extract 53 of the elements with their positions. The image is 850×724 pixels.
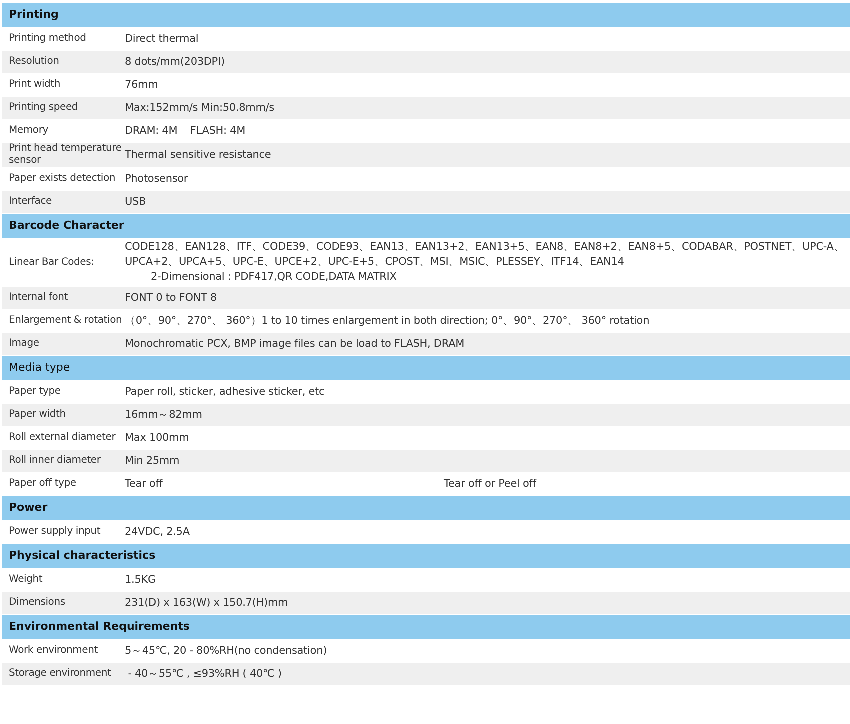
spec-label: Paper off type — [9, 478, 76, 489]
spec-value: FONT 0 to FONT 8 — [125, 290, 218, 306]
spec-value: Tear off — [125, 476, 164, 492]
spec-label: Image — [9, 338, 40, 349]
spec-value: 24VDC, 2.5A — [125, 524, 191, 540]
spec-value: Monochromatic PCX, BMP image files can be load to FLASH, DRAM — [125, 336, 466, 352]
spec-label: Printing speed — [9, 102, 78, 113]
spec-value: 1.5KG — [125, 572, 157, 588]
spec-value: Paper roll, sticker, adhesive sticker, etc — [125, 384, 326, 400]
spec-label: Storage environment — [9, 668, 112, 679]
section-header: Power — [2, 496, 850, 520]
spec-value: 231(D) x 163(W) x 150.7(H)mm — [125, 596, 290, 610]
spec-value: 5～45℃, 20 - 80%RH(no condensation) — [125, 644, 328, 658]
spec-value: （0°、90°、270°、 360°）1 to 10 times enlargement in both direction; 0°、90°、270°、 360° rotation — [125, 314, 651, 328]
spec-value: Max:152mm/s Min:50.8mm/s — [125, 100, 276, 116]
spec-label: Interface — [9, 196, 52, 207]
spec-label: Linear Bar Codes: — [9, 256, 94, 268]
spec-label: Internal font — [9, 292, 68, 303]
spec-label: Enlargement & rotation — [9, 315, 122, 326]
section-header: Barcode Character — [2, 214, 850, 238]
spec-label: Work environment — [9, 645, 98, 656]
spec-label: Paper type — [9, 386, 61, 397]
spec-label: Print width — [9, 79, 61, 90]
section-header: Physical characteristics — [2, 544, 850, 568]
section-header: Printing — [2, 3, 850, 27]
section-header: Environmental Requirements — [2, 615, 850, 639]
spec-label: Print head temperature sensor — [9, 143, 122, 166]
spec-value: - 40～55℃ , ≤93%RH ( 40℃ ) — [127, 666, 283, 682]
spec-value: Min 25mm — [125, 454, 181, 468]
spec-label: Resolution — [9, 56, 60, 67]
spec-value: UPCA+2、UPCA+5、UPC-E、UPCE+2、UPC-E+5、CPOST、MSI、MSIC、PLESSEY、ITF14、EAN14 — [125, 255, 626, 270]
spec-label: Roll inner diameter — [9, 455, 101, 466]
spec-label: Weight — [9, 574, 43, 585]
spec-label: Memory — [9, 125, 48, 136]
spec-label: Power supply input — [9, 526, 101, 537]
spec-value: 76mm — [125, 78, 160, 92]
spec-value: Photosensor — [125, 172, 190, 186]
spec-label: Paper width — [9, 409, 66, 420]
spec-label: Dimensions — [9, 597, 66, 608]
spec-value: USB — [125, 194, 148, 210]
spec-value: 16mm～82mm — [125, 408, 204, 422]
spec-value: CODE128、EAN128、ITF、CODE39、CODE93、EAN13、EAN13+2、EAN13+5、EAN8、EAN8+2、EAN8+5、CODABAR、POSTNET、UPC-A、 — [125, 240, 846, 255]
spec-value: DRAM: 4M FLASH: 4M — [125, 124, 247, 138]
spec-value: 2-Dimensional : PDF417,QR CODE,DATA MATRIX — [150, 270, 398, 285]
spec-value: Tear off or Peel off — [444, 476, 536, 492]
spec-value: Max 100mm — [125, 430, 190, 446]
spec-label: Roll external diameter — [9, 432, 116, 443]
spec-value: 8 dots/mm(203DPI) — [125, 54, 226, 70]
spec-value: Thermal sensitive resistance — [125, 148, 272, 162]
section-header: Media type — [2, 356, 850, 380]
spec-value: Direct thermal — [125, 32, 200, 46]
spec-label: Paper exists detection — [9, 173, 116, 184]
spec-label: Printing method — [9, 33, 86, 44]
